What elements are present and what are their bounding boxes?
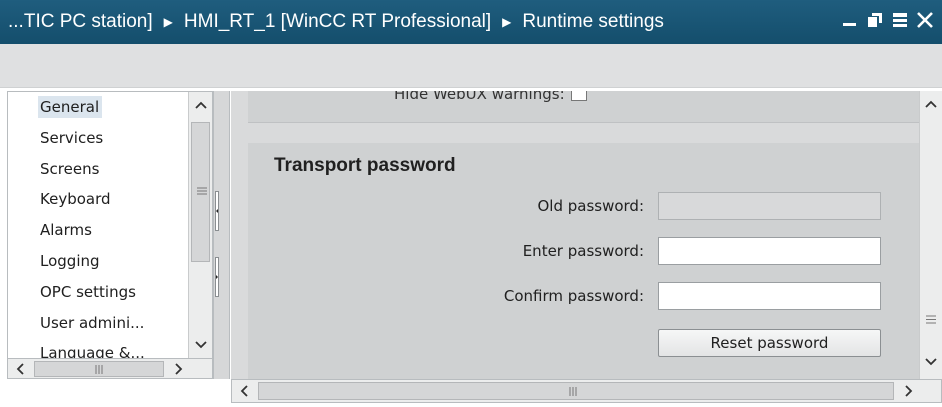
confirm-password-label: Confirm password: — [503, 287, 644, 305]
hide-webux-warnings-label: Hide WebUX warnings: — [394, 91, 565, 103]
splitter-collapse-left[interactable] — [215, 191, 219, 231]
settings-content: Hide WebUX warnings: Transport password … — [231, 91, 919, 379]
nav-horizontal-scrollbar[interactable] — [8, 358, 212, 378]
grip-icon — [926, 315, 936, 324]
grip-icon — [95, 365, 103, 374]
transport-password-panel: Transport password Old password: Enter p… — [248, 143, 919, 379]
scroll-right-icon[interactable] — [898, 380, 920, 402]
nav-item-opc-settings[interactable]: OPC settings — [8, 277, 188, 308]
nav-item-services[interactable]: Services — [8, 123, 188, 154]
old-password-label: Old password: — [537, 197, 644, 215]
breadcrumb-runtime-settings: Runtime settings — [522, 11, 664, 32]
grip-icon — [197, 187, 207, 195]
nav-item-logging[interactable]: Logging — [8, 246, 188, 277]
nav-h-scroll-thumb[interactable] — [34, 361, 164, 377]
content-h-scroll-thumb[interactable] — [258, 382, 894, 400]
chevron-right-icon: ▶ — [502, 15, 512, 29]
breadcrumb: ...TIC PC station] ▶ HMI_RT_1 [WinCC RT … — [0, 11, 664, 33]
settings-navigation: General Services Screens Keyboard Alarms… — [7, 91, 213, 379]
content-vertical-scrollbar[interactable] — [919, 91, 942, 379]
nav-item-user-admin[interactable]: User admini... — [8, 308, 188, 339]
restore-icon[interactable] — [864, 8, 886, 32]
scroll-down-icon[interactable] — [920, 351, 942, 373]
reset-password-button[interactable]: Reset password — [658, 329, 881, 357]
minimize-icon[interactable] — [839, 8, 861, 32]
hide-webux-warnings-checkbox[interactable] — [570, 91, 587, 101]
breadcrumb-station[interactable]: ...TIC PC station] — [8, 11, 153, 33]
transport-password-title: Transport password — [274, 155, 456, 176]
enter-password-field[interactable] — [658, 237, 881, 265]
nav-vertical-scrollbar[interactable] — [188, 92, 212, 358]
close-icon[interactable] — [914, 8, 936, 32]
nav-scroll-thumb[interactable] — [191, 122, 210, 262]
nav-item-keyboard[interactable]: Keyboard — [8, 184, 188, 215]
nav-item-alarms[interactable]: Alarms — [8, 215, 188, 246]
nav-list: General Services Screens Keyboard Alarms… — [8, 92, 188, 378]
grip-icon — [569, 387, 577, 396]
title-bar: ...TIC PC station] ▶ HMI_RT_1 [WinCC RT … — [0, 0, 942, 44]
scroll-up-icon[interactable] — [189, 94, 212, 116]
float-icon[interactable] — [889, 8, 911, 32]
content-horizontal-scrollbar[interactable] — [231, 379, 942, 403]
panel-splitter[interactable] — [213, 91, 230, 379]
old-password-field — [658, 192, 881, 220]
confirm-password-field[interactable] — [658, 282, 881, 310]
nav-item-screens[interactable]: Screens — [8, 154, 188, 185]
general-settings-panel: Hide WebUX warnings: — [248, 91, 919, 123]
scroll-right-icon[interactable] — [168, 359, 190, 378]
splitter-expand-right[interactable] — [215, 257, 219, 297]
nav-item-general[interactable]: General — [8, 92, 188, 123]
chevron-right-icon: ▶ — [163, 15, 173, 29]
scroll-left-icon[interactable] — [10, 359, 30, 378]
window-controls — [839, 8, 936, 32]
scroll-up-icon[interactable] — [920, 93, 942, 115]
breadcrumb-hmi[interactable]: HMI_RT_1 [WinCC RT Professional] — [184, 11, 491, 33]
toolbar — [0, 44, 942, 88]
enter-password-label: Enter password: — [522, 242, 644, 260]
scroll-down-icon[interactable] — [189, 334, 212, 356]
scroll-left-icon[interactable] — [234, 380, 254, 402]
